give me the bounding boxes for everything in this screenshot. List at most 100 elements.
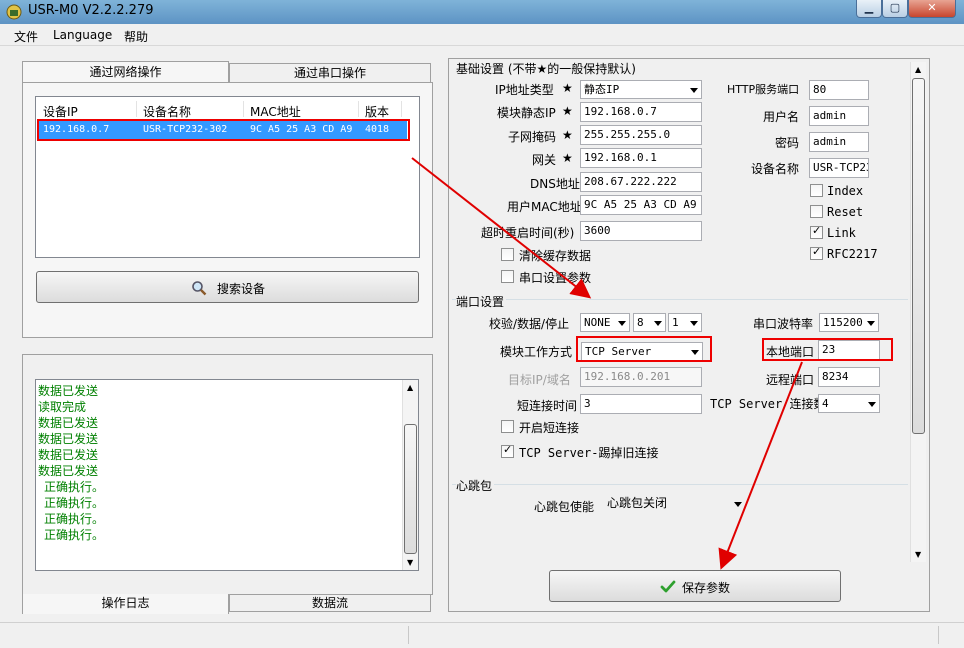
log-scroll-thumb[interactable] [404, 424, 417, 554]
status-bar [0, 622, 964, 648]
scroll-down-icon[interactable]: ▼ [915, 550, 921, 559]
heartbeat-group-title: 心跳包 [456, 477, 495, 494]
scroll-up-icon[interactable]: ▲ [407, 383, 413, 392]
index-label[interactable]: Index [827, 184, 863, 198]
scroll-up-icon[interactable]: ▲ [915, 65, 921, 74]
username-label: 用户名 [763, 110, 800, 124]
close-button[interactable]: ✕ [908, 0, 956, 18]
mac-input[interactable]: 9C A5 25 A3 CD A9 [580, 195, 702, 215]
clear-cache-checkbox[interactable] [501, 248, 514, 261]
data-bits-select[interactable]: 8 [633, 313, 666, 332]
log-area[interactable]: 数据已发送 读取完成 数据已发送 数据已发送 数据已发送 数据已发送 正确执行。… [35, 379, 419, 571]
parity-select[interactable]: NONE [580, 313, 630, 332]
settings-scroll-thumb[interactable] [912, 78, 925, 434]
max-conn-value: 4 [822, 397, 829, 410]
tab-operation-log[interactable]: 操作日志 [22, 594, 229, 614]
highlight-local-port [762, 338, 893, 361]
highlight-mode [576, 336, 712, 362]
rfc2217-checkbox[interactable] [810, 245, 823, 260]
col-header-name[interactable]: 设备名称 [143, 103, 191, 120]
remote-port-input[interactable]: 8234 [818, 367, 880, 387]
search-device-label: 搜索设备 [217, 282, 266, 296]
tab-serial[interactable]: 通过串口操作 [229, 63, 431, 83]
gateway-input[interactable]: 192.168.0.1 [580, 148, 702, 168]
link-label[interactable]: Link [827, 226, 856, 240]
serial-params-label[interactable]: 串口设置参数 [519, 269, 591, 286]
window-title: USR-M0 V2.2.2.279 [28, 3, 154, 18]
ip-type-value: 静态IP [584, 83, 620, 96]
magnifier-icon [192, 281, 207, 296]
short-conn-time-input[interactable]: 3 [580, 394, 702, 414]
title-bar: USR-M0 V2.2.2.279 ▁ ▢ ✕ [0, 0, 964, 24]
search-device-button[interactable]: 搜索设备 [36, 271, 419, 303]
save-params-button[interactable]: 保存参数 [549, 570, 841, 602]
highlight-device-row [37, 119, 410, 141]
log-scrollbar[interactable]: ▲ ▼ [402, 380, 418, 570]
chevron-down-icon [868, 402, 876, 407]
chevron-down-icon [690, 321, 698, 326]
checkmark-icon [660, 580, 676, 593]
baud-value: 115200 [823, 316, 863, 329]
star-mark: ★ [562, 104, 573, 118]
device-name-input[interactable]: USR-TCP23 [809, 158, 869, 178]
mode-label: 模块工作方式 [500, 345, 573, 359]
baud-label: 串口波特率 [753, 317, 814, 331]
kick-old-label[interactable]: TCP Server-踢掉旧连接 [519, 444, 658, 461]
star-mark: ★ [562, 151, 573, 165]
gateway-label: 网关 [532, 153, 557, 167]
scroll-down-icon[interactable]: ▼ [407, 558, 413, 567]
parity-label: 校验/数据/停止 [489, 317, 570, 331]
heartbeat-enable-value: 心跳包关闭 [607, 496, 668, 510]
col-header-mac[interactable]: MAC地址 [250, 103, 301, 120]
timeout-input[interactable]: 3600 [580, 221, 702, 241]
log-line: 数据已发送 [38, 416, 99, 430]
enable-short-conn-label[interactable]: 开启短连接 [519, 419, 579, 436]
chevron-down-icon [867, 321, 875, 326]
serial-params-checkbox[interactable] [501, 270, 514, 283]
menu-language[interactable]: Language [53, 28, 112, 42]
star-mark: ★ [562, 81, 573, 95]
subnet-input[interactable]: 255.255.255.0 [580, 125, 702, 145]
static-ip-input[interactable]: 192.168.0.7 [580, 102, 702, 122]
log-line: 读取完成 [38, 400, 87, 414]
index-checkbox[interactable] [810, 184, 823, 197]
col-header-ip[interactable]: 设备IP [43, 103, 78, 120]
dns-input[interactable]: 208.67.222.222 [580, 172, 702, 192]
reset-checkbox[interactable] [810, 205, 823, 218]
baud-select[interactable]: 115200 [819, 313, 879, 332]
password-input[interactable]: admin [809, 132, 869, 152]
heartbeat-enable-select[interactable]: 心跳包关闭 [603, 494, 746, 514]
heartbeat-enable-label: 心跳包使能 [534, 500, 595, 514]
chevron-down-icon [690, 88, 698, 93]
tab-network[interactable]: 通过网络操作 [22, 61, 229, 83]
enable-short-conn-checkbox[interactable] [501, 420, 514, 433]
basic-group-title: 基础设置 (不带★的一般保持默认) [456, 62, 636, 76]
divider [452, 484, 908, 485]
target-ip-input[interactable]: 192.168.0.201 [580, 367, 702, 387]
chevron-down-icon [618, 321, 626, 326]
username-input[interactable]: admin [809, 106, 869, 126]
ip-type-label: IP地址类型 [495, 83, 554, 97]
settings-scrollbar[interactable]: ▲ ▼ [910, 62, 926, 562]
minimize-button[interactable]: ▁ [856, 0, 882, 18]
short-conn-time-label: 短连接时间 [517, 399, 578, 413]
max-conn-select[interactable]: 4 [818, 394, 880, 413]
menu-help[interactable]: 帮助 [124, 28, 148, 45]
link-checkbox[interactable] [810, 224, 823, 239]
menu-file[interactable]: 文件 [14, 28, 38, 45]
chevron-down-icon [734, 502, 742, 507]
http-port-input[interactable]: 80 [809, 80, 869, 100]
log-line: 数据已发送 [38, 448, 99, 462]
clear-cache-label[interactable]: 清除缓存数据 [519, 247, 591, 264]
stop-bits-select[interactable]: 1 [668, 313, 702, 332]
col-header-version[interactable]: 版本 [365, 103, 389, 120]
kick-old-checkbox[interactable] [501, 443, 514, 458]
tab-data-stream[interactable]: 数据流 [229, 594, 431, 612]
reset-label[interactable]: Reset [827, 205, 863, 219]
log-line: 数据已发送 [38, 384, 99, 398]
app-logo-icon [6, 4, 22, 20]
divider [452, 299, 908, 300]
ip-type-select[interactable]: 静态IP [580, 80, 702, 99]
maximize-button[interactable]: ▢ [882, 0, 908, 18]
rfc2217-label[interactable]: RFC2217 [827, 247, 878, 261]
